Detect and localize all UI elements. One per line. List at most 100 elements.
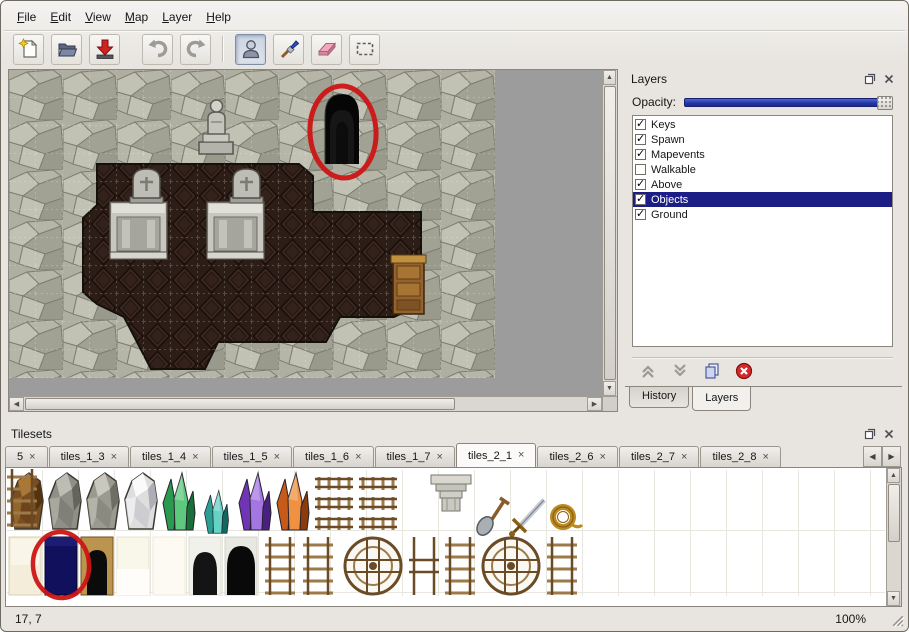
brush-tool-button[interactable] (273, 34, 304, 65)
tileset-tab-4[interactable]: tiles_1_6 × (293, 446, 373, 467)
eraser-icon (316, 38, 338, 60)
selection-tool-button[interactable] (349, 34, 380, 65)
tileset-tab-6[interactable]: tiles_2_1× (456, 443, 536, 467)
layer-checkbox[interactable]: ✓ (635, 149, 646, 160)
menu-view[interactable]: View (78, 7, 118, 27)
layers-float-button[interactable] (863, 72, 877, 86)
tileset-tab-8[interactable]: tiles_2_7 × (619, 446, 699, 467)
open-button[interactable] (51, 34, 82, 65)
tab-close-icon[interactable]: × (111, 452, 117, 463)
tileset-content: ▲ ▼ (5, 467, 902, 607)
layer-lower-button[interactable] (670, 361, 690, 381)
tileset-tab-label: tiles_1_6 (305, 451, 349, 463)
save-button[interactable] (89, 34, 120, 65)
layer-delete-button[interactable] (734, 361, 754, 381)
layer-row-keys[interactable]: ✓ Keys (633, 117, 892, 132)
scroll-left-button[interactable]: ◀ (9, 397, 24, 411)
tileset-vscrollbar[interactable]: ▲ ▼ (886, 468, 901, 606)
map-vscrollbar[interactable]: ▲ ▼ (602, 70, 617, 396)
tileset-tab-label: tiles_2_7 (631, 451, 675, 463)
opacity-slider[interactable] (684, 98, 893, 107)
opacity-slider-handle[interactable] (877, 96, 893, 110)
tileset-tab-3[interactable]: tiles_1_5 × (212, 446, 292, 467)
tab-layers[interactable]: Layers (692, 387, 751, 411)
opacity-label: Opacity: (632, 95, 676, 109)
layer-checkbox[interactable]: ✓ (635, 194, 646, 205)
resize-grip[interactable] (891, 614, 905, 628)
float-icon (864, 73, 876, 85)
menu-file[interactable]: File (10, 7, 43, 27)
layer-label: Spawn (651, 134, 685, 146)
tab-close-icon[interactable]: × (681, 452, 687, 463)
tab-close-icon[interactable]: × (437, 452, 443, 463)
tileset-tab-2[interactable]: tiles_1_4× (130, 446, 210, 467)
tileset-image (7, 469, 886, 605)
chevrons-down-icon (670, 361, 690, 381)
new-file-icon (18, 38, 40, 60)
layer-label: Keys (651, 119, 675, 131)
tileset-tab-0[interactable]: 5× (5, 446, 48, 467)
tileset-canvas[interactable] (7, 469, 886, 605)
tab-close-icon[interactable]: × (355, 452, 361, 463)
tab-close-icon[interactable]: × (762, 452, 768, 463)
tilesets-close-button[interactable] (882, 427, 896, 441)
layer-row-walkable[interactable]: ✓ Walkable (633, 162, 892, 177)
check-icon: ✓ (636, 177, 645, 190)
menu-map[interactable]: Map (118, 7, 155, 27)
tileset-tab-9[interactable]: tiles_2_8× (700, 446, 780, 467)
sprite-tool-button[interactable] (235, 34, 266, 65)
crypt-object-right (207, 202, 264, 259)
turntable-tile (345, 538, 401, 594)
selected-blue-tile[interactable] (45, 537, 77, 595)
scroll-up-button[interactable]: ▲ (603, 70, 616, 85)
tileset-scroll-up-button[interactable]: ▲ (887, 468, 900, 483)
new-file-button[interactable] (13, 34, 44, 65)
undo-button[interactable] (142, 34, 173, 65)
tileset-scroll-down-button[interactable]: ▼ (887, 591, 900, 606)
menu-help[interactable]: Help (199, 7, 238, 27)
menu-layer[interactable]: Layer (155, 7, 199, 27)
layer-checkbox[interactable]: ✓ (635, 119, 646, 130)
tileset-vscroll-thumb[interactable] (888, 484, 900, 542)
layer-checkbox[interactable]: ✓ (635, 164, 646, 175)
tilesets-float-button[interactable] (863, 427, 877, 441)
redo-button[interactable] (180, 34, 211, 65)
tab-close-icon[interactable]: × (192, 452, 198, 463)
layer-raise-button[interactable] (638, 361, 658, 381)
tab-close-icon[interactable]: × (29, 452, 35, 463)
layers-close-button[interactable] (882, 72, 896, 86)
tab-history[interactable]: History (629, 387, 689, 408)
tab-close-icon[interactable]: × (600, 452, 606, 463)
map-hscrollbar[interactable]: ◀ ▶ (9, 396, 602, 411)
layer-row-spawn[interactable]: ✓ Spawn (633, 132, 892, 147)
layer-checkbox[interactable]: ✓ (635, 134, 646, 145)
tileset-tab-1[interactable]: tiles_1_3× (49, 446, 129, 467)
eraser-tool-button[interactable] (311, 34, 342, 65)
menu-edit[interactable]: Edit (43, 7, 78, 27)
tileset-tab-7[interactable]: tiles_2_6× (537, 446, 617, 467)
delete-icon (734, 361, 754, 381)
layer-row-mapevents[interactable]: ✓ Mapevents (633, 147, 892, 162)
tab-scroll-right-button[interactable]: ▶ (882, 446, 901, 467)
gravestone-object (130, 169, 163, 203)
layer-row-ground[interactable]: ✓ Ground (633, 207, 892, 222)
layer-row-objects[interactable]: ✓ Objects (633, 192, 892, 207)
layer-label: Ground (651, 209, 688, 221)
tileset-tab-5[interactable]: tiles_1_7× (375, 446, 455, 467)
layer-checkbox[interactable]: ✓ (635, 179, 646, 190)
tilesets-titlebar: Tilesets (5, 425, 902, 443)
scroll-right-button[interactable]: ▶ (587, 397, 602, 411)
layer-list: ✓ Keys ✓ Spawn ✓ Mapevents ✓ Walkable ✓ … (632, 115, 893, 347)
layer-row-above[interactable]: ✓ Above (633, 177, 892, 192)
scroll-down-button[interactable]: ▼ (603, 381, 616, 396)
vscroll-thumb[interactable] (604, 86, 616, 380)
tab-close-icon[interactable]: × (518, 450, 524, 461)
tab-close-icon[interactable]: × (274, 452, 280, 463)
hscroll-thumb[interactable] (25, 398, 455, 410)
tileset-tab-label: 5 (17, 451, 23, 463)
layer-duplicate-button[interactable] (702, 361, 722, 381)
map-canvas[interactable] (9, 70, 602, 396)
tab-scroll-left-button[interactable]: ◀ (863, 446, 882, 467)
tileset-tab-label: tiles_1_5 (224, 451, 268, 463)
layer-checkbox[interactable]: ✓ (635, 209, 646, 220)
